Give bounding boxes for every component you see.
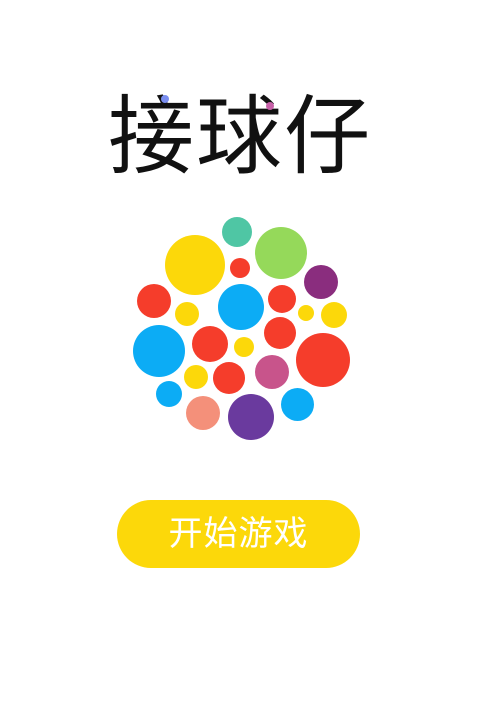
ball-blue-right	[281, 388, 314, 421]
ball-blue-small-left	[156, 381, 182, 407]
ball-red-right	[268, 285, 296, 313]
title-dot-pink	[266, 102, 274, 110]
ball-red-middle	[192, 326, 228, 362]
ball-salmon	[186, 396, 220, 430]
title-dot-blue	[161, 95, 169, 103]
ball-red-mid-right	[264, 317, 296, 349]
ball-red-small	[230, 258, 250, 278]
ball-indigo	[228, 394, 274, 440]
ball-purple	[304, 265, 338, 299]
ball-red-left	[137, 284, 171, 318]
ball-blue-left	[133, 325, 185, 377]
ball-red-low	[213, 362, 245, 394]
start-game-button[interactable]: 开始游戏	[117, 500, 360, 568]
ball-pink	[255, 355, 289, 389]
ball-red-large-right	[296, 333, 350, 387]
ball-yellow-center	[234, 337, 254, 357]
ball-yellow-low	[184, 365, 208, 389]
ball-yellow-large	[165, 235, 225, 295]
ball-green	[255, 227, 307, 279]
ball-blue-center	[218, 284, 264, 330]
ball-teal	[222, 217, 252, 247]
ball-yellow-right	[321, 302, 347, 328]
ball-yellow-right-small	[298, 305, 314, 321]
ball-yellow-small	[175, 302, 199, 326]
game-title: 接球仔	[108, 87, 372, 187]
